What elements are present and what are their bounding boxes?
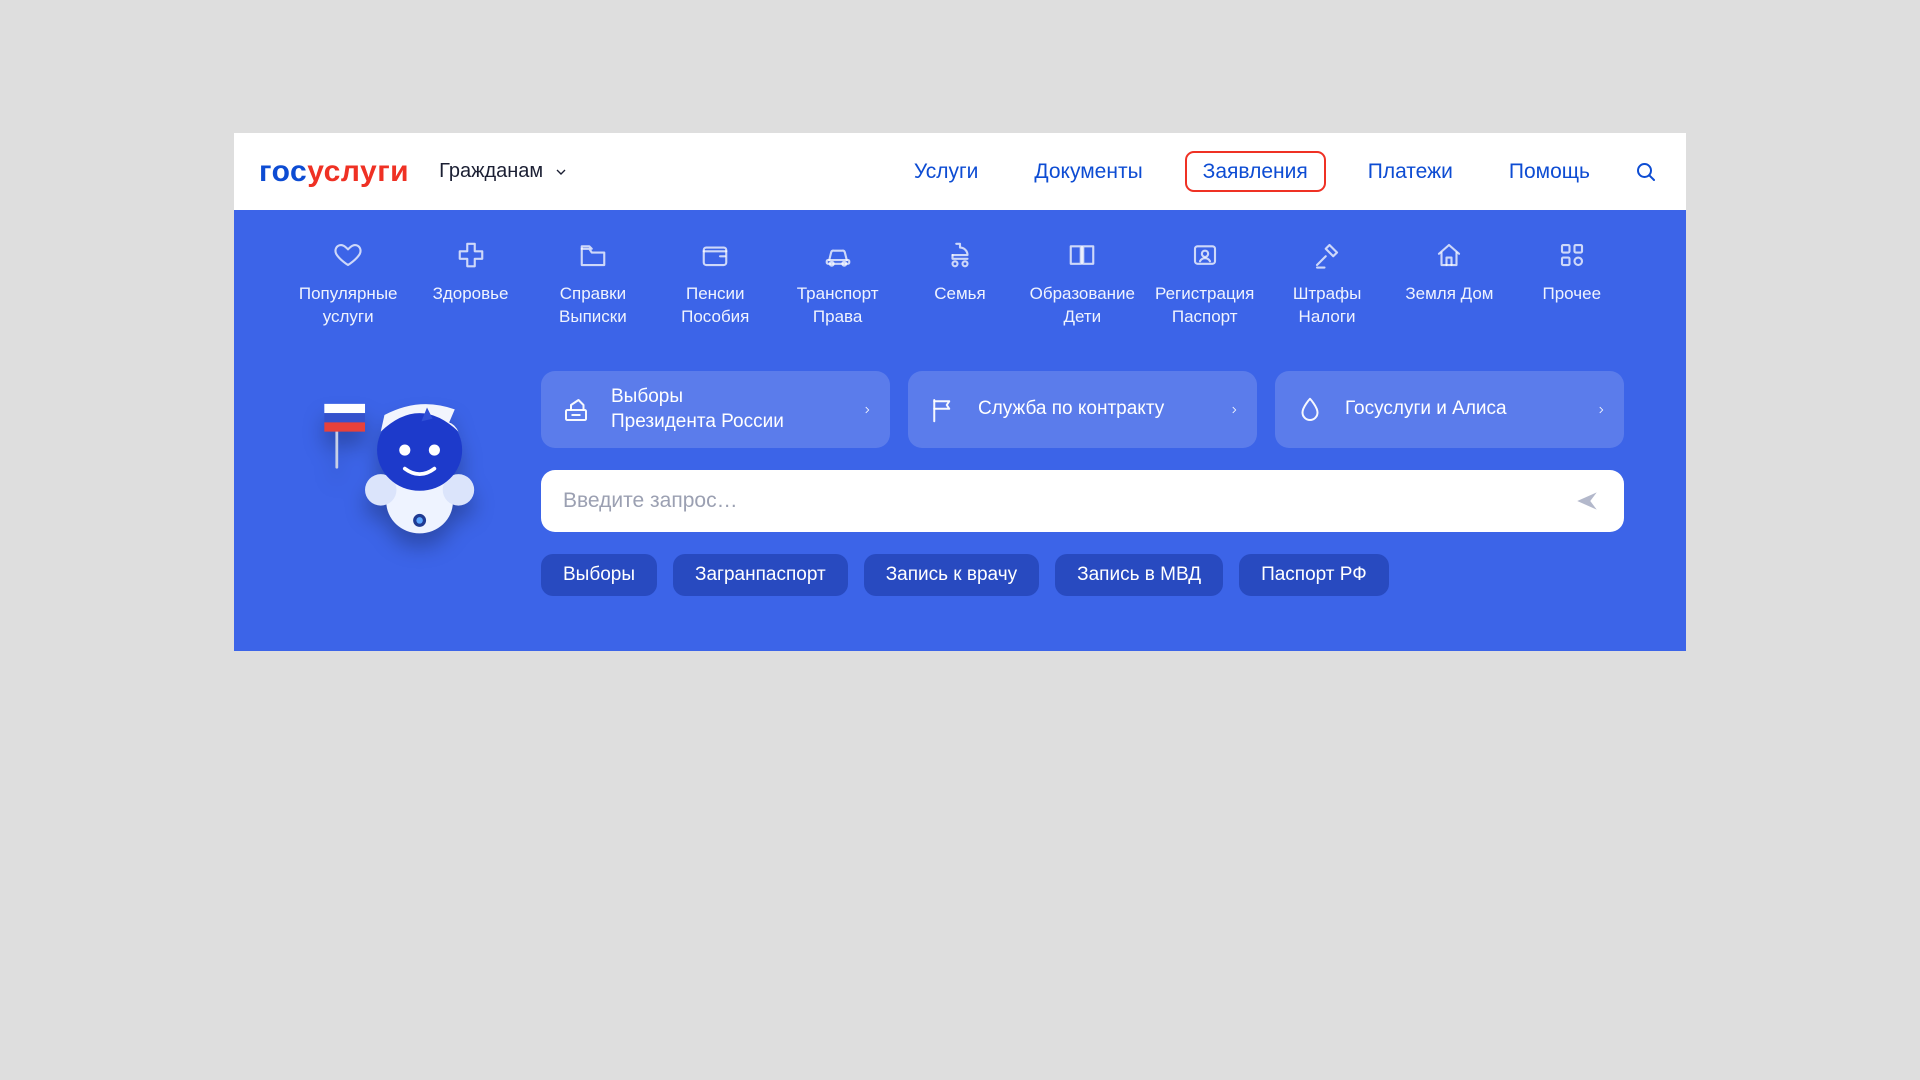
search-input[interactable] (563, 489, 1572, 513)
chip[interactable]: Запись в МВД (1055, 554, 1223, 596)
drop-icon (1293, 393, 1327, 427)
category-item[interactable]: Прочее (1514, 238, 1630, 329)
top-bar: госуслуги Гражданам Услуги Документы Заявл… (234, 133, 1686, 210)
nav-item[interactable]: Заявления (1185, 151, 1326, 192)
promo-tiles: ВыборыПрезидента России Служба по контрак… (541, 371, 1624, 448)
category-item[interactable]: РегистрацияПаспорт (1147, 238, 1263, 329)
heart-icon (333, 238, 363, 272)
promo-tile-label: Служба по контракту (978, 397, 1211, 422)
category-item[interactable]: СправкиВыписки (535, 238, 651, 329)
send-button[interactable] (1572, 486, 1602, 516)
chevron-right-icon (1596, 402, 1606, 418)
car-icon (823, 238, 853, 272)
audience-selector[interactable]: Гражданам (439, 160, 569, 183)
main-nav: Услуги Документы Заявления Платежи Помощь (900, 151, 1604, 192)
stroller-icon (945, 238, 975, 272)
category-label: РегистрацияПаспорт (1155, 283, 1254, 329)
quick-chips: Выборы Загранпаспорт Запись к врачу Запись … (541, 554, 1624, 596)
logo[interactable]: госуслуги (259, 155, 409, 189)
category-label: Земля Дом (1405, 283, 1493, 306)
category-label: Популярныеуслуги (299, 283, 398, 329)
category-label: ПенсииПособия (681, 283, 749, 329)
mascot-illustration (296, 371, 521, 596)
chevron-down-icon (553, 164, 569, 180)
nav-item[interactable]: Платежи (1354, 153, 1467, 190)
audience-label: Гражданам (439, 160, 543, 183)
promo-tile-label: Госуслуги и Алиса (1345, 397, 1578, 422)
chip[interactable]: Выборы (541, 554, 657, 596)
chip[interactable]: Запись к врачу (864, 554, 1039, 596)
promo-tile[interactable]: Служба по контракту (908, 371, 1257, 448)
category-item[interactable]: Земля Дом (1391, 238, 1507, 329)
category-item[interactable]: ОбразованиеДети (1024, 238, 1140, 329)
chevron-right-icon (862, 402, 872, 418)
nav-item[interactable]: Услуги (900, 153, 993, 190)
category-row: Популярныеуслуги Здоровье СправкиВыписки Пе… (290, 238, 1630, 329)
id-card-icon (1190, 238, 1220, 272)
nav-item[interactable]: Помощь (1495, 153, 1604, 190)
chip[interactable]: Загранпаспорт (673, 554, 848, 596)
flag-icon (926, 393, 960, 427)
logo-part-1: гос (259, 155, 307, 188)
gavel-icon (1312, 238, 1342, 272)
category-item[interactable]: Здоровье (412, 238, 528, 329)
category-label: ШтрафыНалоги (1293, 283, 1361, 329)
category-label: СправкиВыписки (559, 283, 627, 329)
category-item[interactable]: ШтрафыНалоги (1269, 238, 1385, 329)
category-item[interactable]: ТранспортПрава (779, 238, 895, 329)
wallet-icon (700, 238, 730, 272)
plus-medical-icon (456, 238, 486, 272)
grid-icon (1557, 238, 1587, 272)
ballot-icon (559, 393, 593, 427)
search-icon[interactable] (1634, 160, 1658, 184)
nav-item[interactable]: Документы (1020, 153, 1156, 190)
logo-part-2: услуги (307, 155, 409, 188)
category-label: Здоровье (433, 283, 509, 306)
book-icon (1067, 238, 1097, 272)
hero-section: Популярныеуслуги Здоровье СправкиВыписки Пе… (234, 210, 1686, 651)
house-icon (1434, 238, 1464, 272)
category-item[interactable]: Семья (902, 238, 1018, 329)
promo-tile[interactable]: ВыборыПрезидента России (541, 371, 890, 448)
folder-icon (578, 238, 608, 272)
category-item[interactable]: Популярныеуслуги (290, 238, 406, 329)
promo-tile[interactable]: Госуслуги и Алиса (1275, 371, 1624, 448)
category-label: ОбразованиеДети (1030, 283, 1135, 329)
chevron-right-icon (1229, 402, 1239, 418)
chip[interactable]: Паспорт РФ (1239, 554, 1389, 596)
category-label: ТранспортПрава (797, 283, 879, 329)
search-box (541, 470, 1624, 532)
promo-tile-label: ВыборыПрезидента России (611, 385, 844, 434)
category-label: Прочее (1543, 283, 1602, 306)
category-item[interactable]: ПенсииПособия (657, 238, 773, 329)
category-label: Семья (934, 283, 985, 306)
